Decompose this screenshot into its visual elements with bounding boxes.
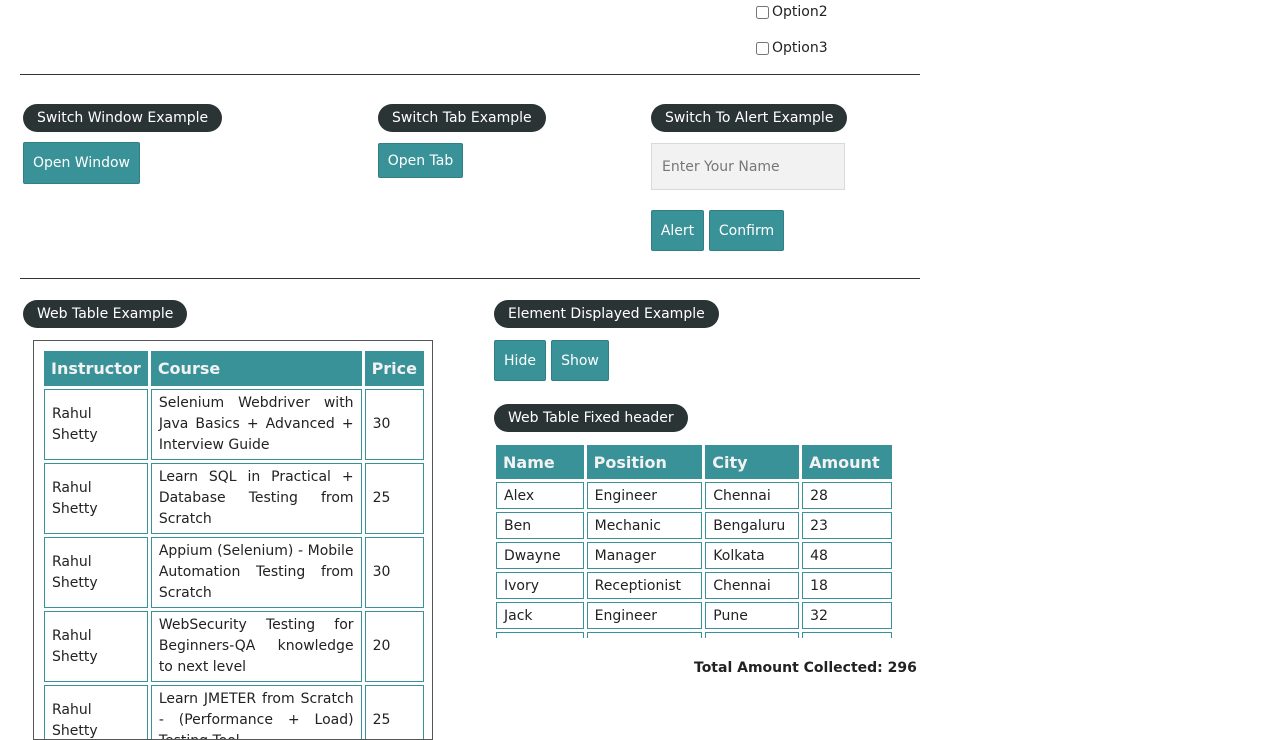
position-cell: Engineer [586, 482, 703, 509]
position-cell [586, 632, 703, 638]
amount-cell: 23 [802, 512, 892, 539]
name-cell: Ivory [496, 572, 584, 599]
instructor-cell: Rahul Shetty [44, 537, 148, 608]
instructor-cell: Rahul Shetty [44, 685, 148, 739]
product-table-container[interactable]: Instructor Course Price Rahul Shetty Sel… [33, 340, 433, 740]
table-header-row: Name Position City Amount [496, 445, 892, 479]
city-cell: Pune [705, 602, 800, 629]
fixed-header-table: Name Position City Amount Alex Engineer … [493, 442, 895, 638]
name-cell: Alex [496, 482, 584, 509]
position-cell: Engineer [586, 602, 703, 629]
city-cell: Kolkata [705, 542, 800, 569]
amount-cell: 18 [802, 572, 892, 599]
checkbox-option2[interactable]: Option2 [756, 4, 828, 20]
price-cell: 25 [364, 463, 424, 534]
confirm-button[interactable]: Confirm [709, 210, 784, 251]
table-row: Ivory Receptionist Chennai 18 [496, 572, 892, 599]
amount-cell [802, 632, 892, 638]
fixed-table-container[interactable]: Name Position City Amount Alex Engineer … [493, 442, 895, 638]
city-cell: Chennai [705, 482, 800, 509]
table-row: Alex Engineer Chennai 28 [496, 482, 892, 509]
table-row: Dwayne Manager Kolkata 48 [496, 542, 892, 569]
alert-button[interactable]: Alert [651, 210, 704, 251]
column-header-city: City [705, 445, 800, 479]
course-cell: Learn SQL in Practical + Database Testin… [150, 463, 362, 534]
name-cell: Jack [496, 602, 584, 629]
column-header-position: Position [586, 445, 703, 479]
open-window-button[interactable]: Open Window [23, 142, 140, 184]
option2-label: Option2 [772, 4, 828, 20]
amount-cell: 28 [802, 482, 892, 509]
column-header-name: Name [496, 445, 584, 479]
element-displayed-legend: Element Displayed Example [494, 300, 719, 328]
option2-checkbox[interactable] [756, 5, 769, 19]
table-row: Ben Mechanic Bengaluru 23 [496, 512, 892, 539]
instructor-cell: Rahul Shetty [44, 389, 148, 460]
total-amount: Total Amount Collected: 296 [694, 660, 917, 676]
position-cell: Mechanic [586, 512, 703, 539]
checkbox-option3[interactable]: Option3 [756, 40, 828, 56]
table-header-row: Instructor Course Price [44, 351, 424, 386]
amount-cell: 48 [802, 542, 892, 569]
option3-label: Option3 [772, 40, 828, 56]
table-row: Rahul Shetty WebSecurity Testing for Beg… [44, 611, 424, 682]
course-cell: Learn JMETER from Scratch - (Performance… [150, 685, 362, 739]
table-row: Rahul Shetty Appium (Selenium) - Mobile … [44, 537, 424, 608]
column-header-amount: Amount [802, 445, 892, 479]
table-row: Jack Engineer Pune 32 [496, 602, 892, 629]
show-button[interactable]: Show [551, 340, 609, 381]
column-header-instructor: Instructor [44, 351, 148, 386]
name-cell: Ben [496, 512, 584, 539]
position-cell: Manager [586, 542, 703, 569]
table-row: Rahul Shetty Selenium Webdriver with Jav… [44, 389, 424, 460]
amount-cell: 32 [802, 602, 892, 629]
name-cell [496, 632, 584, 638]
table-row: Rahul Shetty Learn JMETER from Scratch -… [44, 685, 424, 739]
instructor-cell: Rahul Shetty [44, 463, 148, 534]
web-table-legend: Web Table Example [23, 300, 188, 328]
column-header-course: Course [150, 351, 362, 386]
price-cell: 25 [364, 685, 424, 739]
city-cell: Chennai [705, 572, 800, 599]
section-divider [20, 278, 920, 279]
course-cell: WebSecurity Testing for Beginners-QA kno… [150, 611, 362, 682]
fixed-table-legend: Web Table Fixed header [494, 404, 688, 432]
switch-alert-legend: Switch To Alert Example [651, 104, 848, 132]
city-cell: Bengaluru [705, 512, 800, 539]
open-tab-button[interactable]: Open Tab [378, 143, 463, 178]
table-row: Rahul Shetty Learn SQL in Practical + Da… [44, 463, 424, 534]
price-cell: 30 [364, 389, 424, 460]
price-cell: 20 [364, 611, 424, 682]
column-header-price: Price [364, 351, 424, 386]
name-cell: Dwayne [496, 542, 584, 569]
city-cell [705, 632, 800, 638]
course-cell: Selenium Webdriver with Java Basics + Ad… [150, 389, 362, 460]
table-row [496, 632, 892, 638]
switch-window-legend: Switch Window Example [23, 104, 223, 132]
switch-tab-legend: Switch Tab Example [378, 104, 546, 132]
hide-button[interactable]: Hide [494, 340, 546, 381]
instructor-cell: Rahul Shetty [44, 611, 148, 682]
product-table: Instructor Course Price Rahul Shetty Sel… [41, 348, 427, 739]
course-cell: Appium (Selenium) - Mobile Automation Te… [150, 537, 362, 608]
position-cell: Receptionist [586, 572, 703, 599]
section-divider [20, 74, 920, 75]
name-input[interactable] [651, 143, 845, 190]
price-cell: 30 [364, 537, 424, 608]
option3-checkbox[interactable] [756, 41, 769, 55]
